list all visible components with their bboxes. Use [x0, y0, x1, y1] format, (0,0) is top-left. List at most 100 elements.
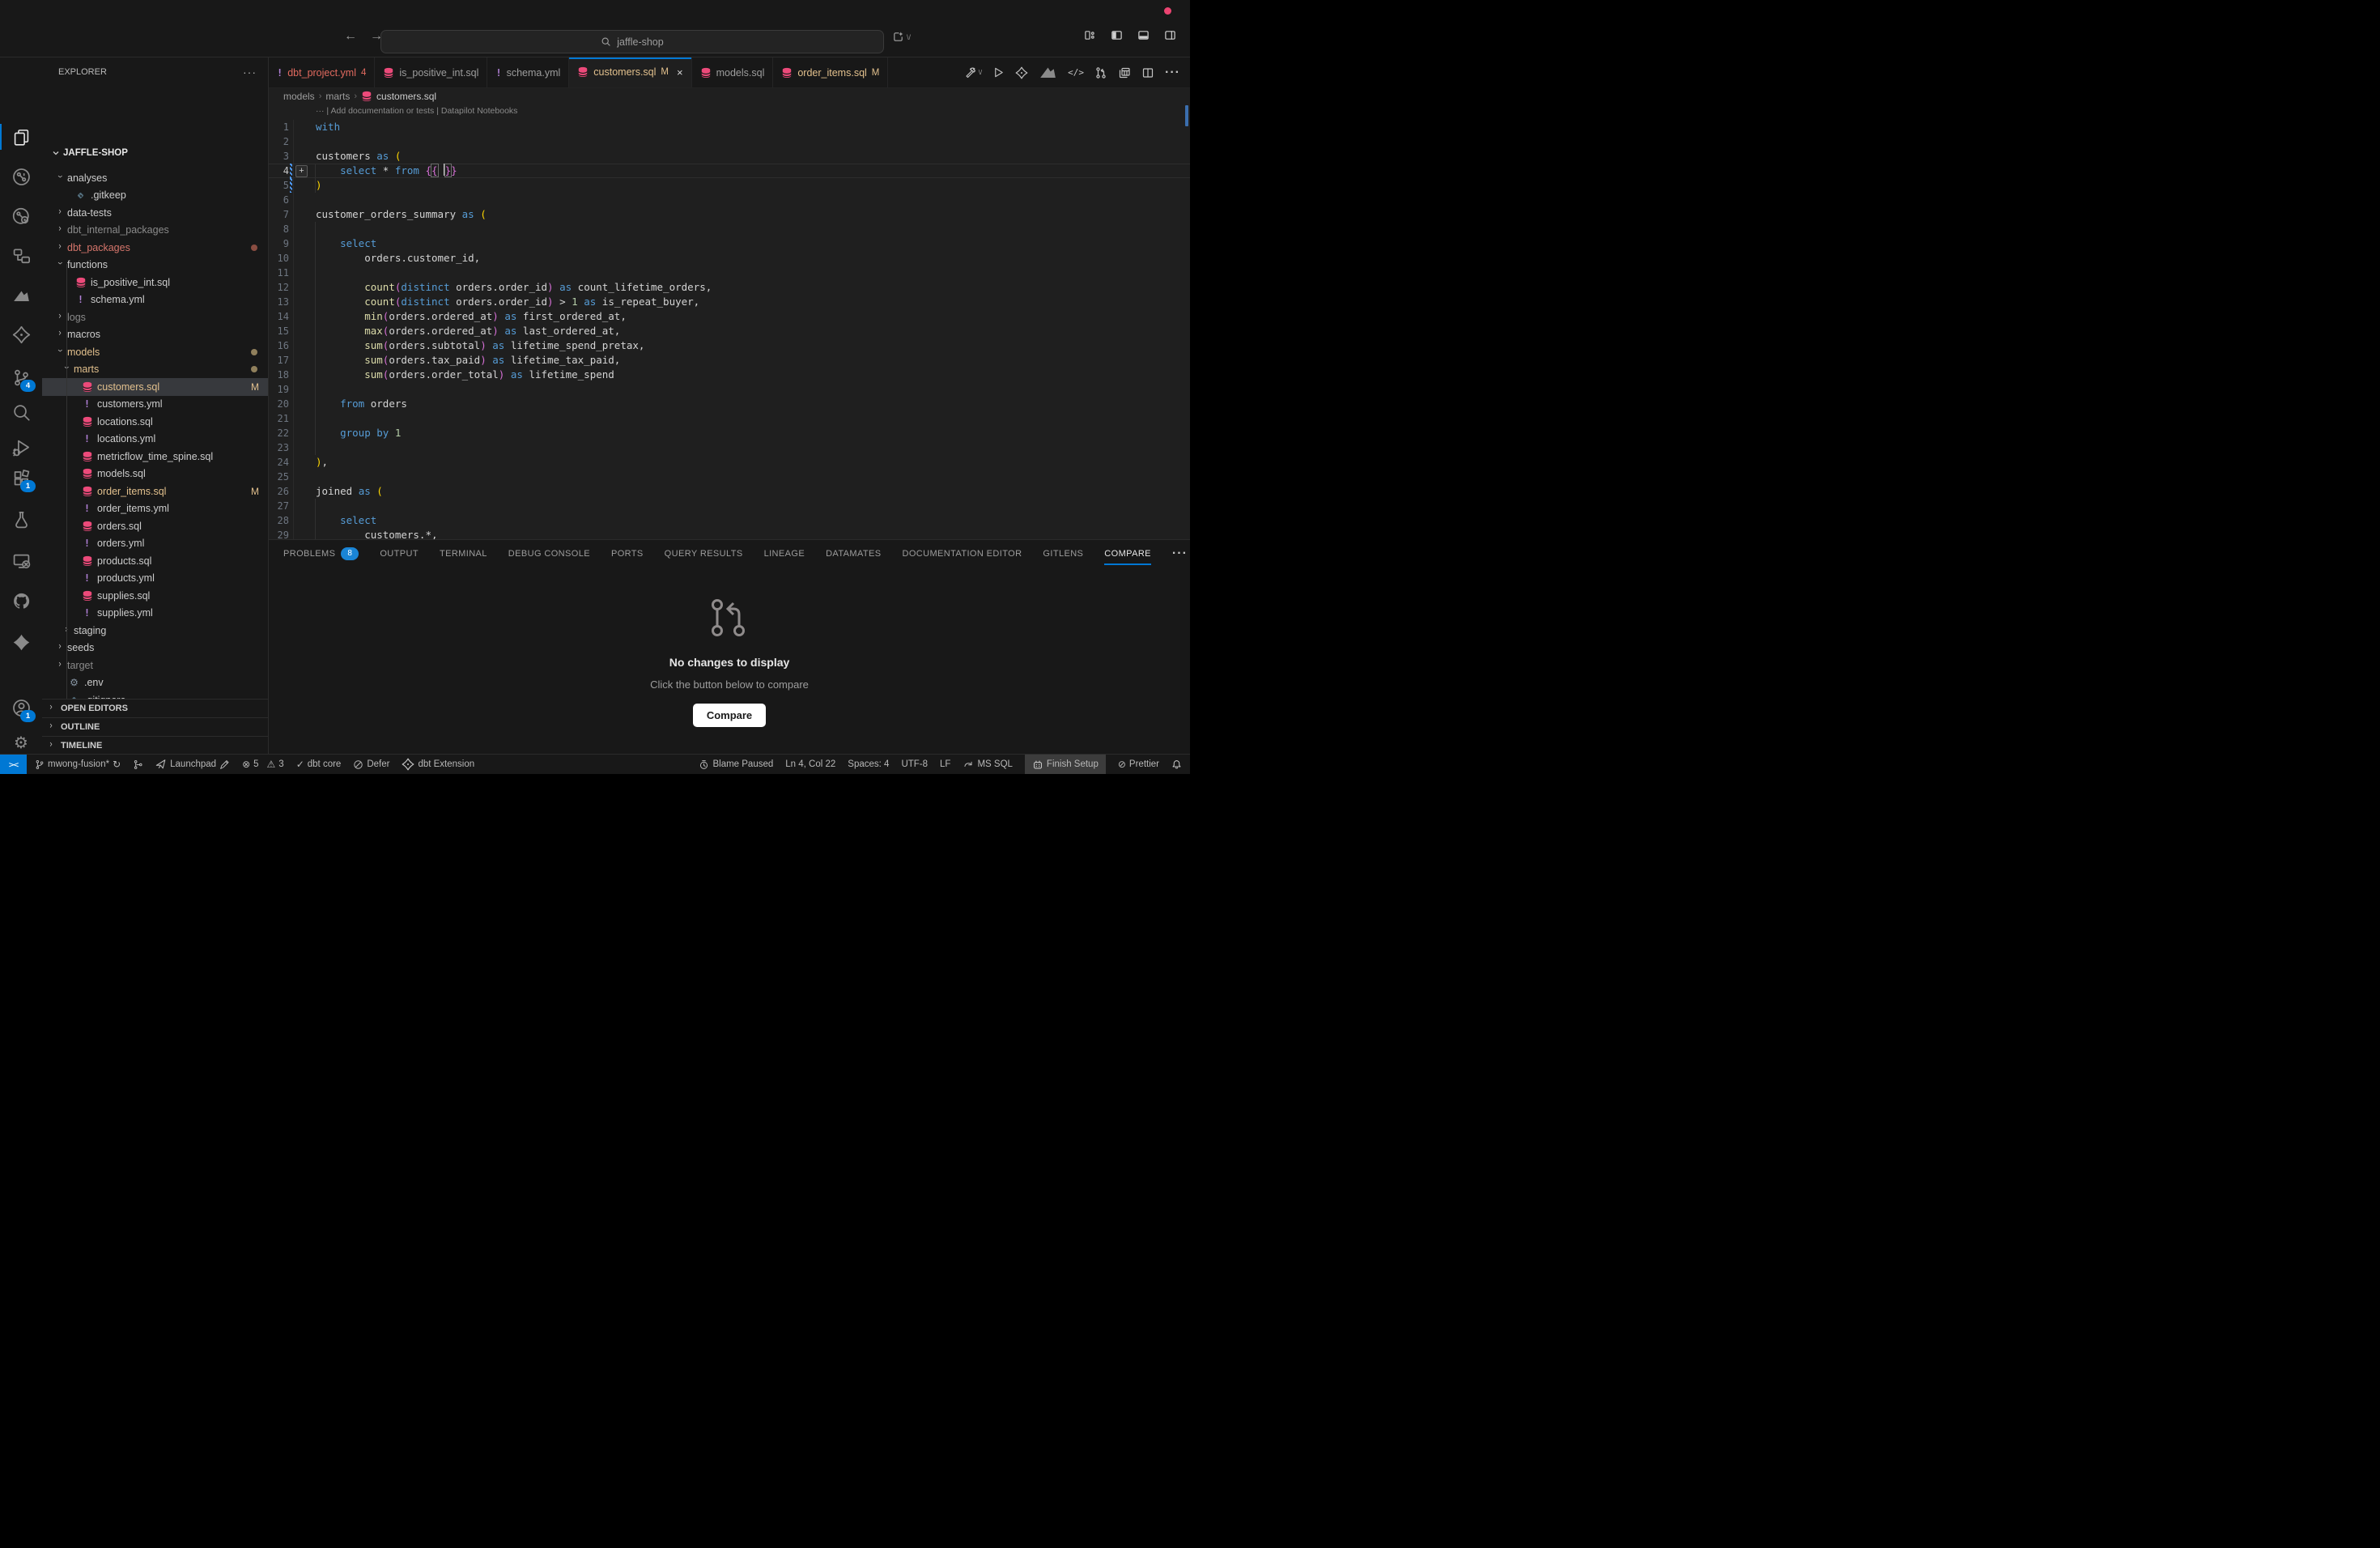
status-graph[interactable] — [133, 755, 143, 774]
status-blame-paused[interactable]: Blame Paused — [699, 755, 773, 774]
panel-tab-debug-console[interactable]: DEBUG CONSOLE — [508, 549, 590, 559]
tab-is_positive_int.sql[interactable]: is_positive_int.sql — [375, 57, 487, 87]
code-editor[interactable]: ··· | Add documentation or tests | Datap… — [269, 104, 1190, 539]
compare-changes-icon[interactable] — [1094, 66, 1107, 79]
toggle-sidebar-icon[interactable] — [1110, 29, 1124, 41]
code-line-28[interactable]: 28 select — [269, 513, 1190, 528]
activity-dbt-outline-icon[interactable] — [0, 318, 42, 351]
panel-tab-lineage[interactable]: LINEAGE — [764, 549, 805, 559]
code-line-15[interactable]: 15 max(orders.ordered_at) as last_ordere… — [269, 324, 1190, 338]
tree-item-dbt_internal_packages[interactable]: dbt_internal_packages — [42, 222, 268, 240]
code-line-25[interactable]: 25 — [269, 470, 1190, 484]
code-line-1[interactable]: 1with — [269, 120, 1190, 134]
status-ms-sql[interactable]: MS SQL — [963, 755, 1012, 774]
activity-account-icon[interactable]: 1 — [0, 691, 42, 724]
activity-datafold-icon[interactable] — [0, 279, 42, 312]
status-spaces-4[interactable]: Spaces: 4 — [848, 755, 889, 774]
activity-github-icon[interactable] — [0, 585, 42, 617]
tab-dbt_project.yml[interactable]: !dbt_project.yml4 — [269, 57, 375, 87]
panel-tab-ports[interactable]: PORTS — [611, 549, 644, 559]
code-line-24[interactable]: 24), — [269, 455, 1190, 470]
code-line-10[interactable]: 10 orders.customer_id, — [269, 251, 1190, 266]
sidebar-section-timeline[interactable]: TIMELINE — [42, 736, 268, 755]
code-line-27[interactable]: 27 — [269, 499, 1190, 513]
code-line-19[interactable]: 19 — [269, 382, 1190, 397]
activity-run-debug-icon[interactable] — [0, 431, 42, 463]
tree-item-orders.sql[interactable]: orders.sql — [42, 517, 268, 535]
tree-item-seeds[interactable]: seeds — [42, 640, 268, 657]
sidebar-section-outline[interactable]: OUTLINE — [42, 717, 268, 736]
code-line-4[interactable]: 4+ select * from {{ }} — [269, 164, 1190, 178]
tree-item-locations.sql[interactable]: locations.sql — [42, 413, 268, 431]
status-bell[interactable] — [1171, 755, 1182, 774]
toggle-panel-icon[interactable] — [1137, 29, 1150, 41]
code-line-18[interactable]: 18 sum(orders.order_total) as lifetime_s… — [269, 368, 1190, 382]
tree-item-customers.sql[interactable]: customers.sqlM — [42, 378, 268, 396]
panel-tab-terminal[interactable]: TERMINAL — [440, 549, 487, 559]
tree-item-schema.yml[interactable]: !schema.yml — [42, 291, 268, 309]
code-line-7[interactable]: 7customer_orders_summary as ( — [269, 207, 1190, 222]
tree-item-marts[interactable]: marts — [42, 361, 268, 379]
breadcrumb-item[interactable]: marts — [325, 91, 350, 102]
activity-lineage-circle-icon[interactable] — [0, 200, 42, 232]
status-5[interactable]: ⊗5⚠3 — [242, 755, 284, 774]
compare-button[interactable]: Compare — [693, 704, 766, 727]
toggle-secondary-sidebar-icon[interactable] — [1163, 29, 1177, 41]
code-line-9[interactable]: 9 select — [269, 236, 1190, 251]
code-line-17[interactable]: 17 sum(orders.tax_paid) as lifetime_tax_… — [269, 353, 1190, 368]
tree-item-staging[interactable]: staging — [42, 622, 268, 640]
code-line-26[interactable]: 26joined as ( — [269, 484, 1190, 499]
tree-item-is_positive_int.sql[interactable]: is_positive_int.sql — [42, 274, 268, 291]
code-line-3[interactable]: 3customers as ( — [269, 149, 1190, 164]
tree-item-customers.yml[interactable]: !customers.yml — [42, 396, 268, 414]
status-utf-8[interactable]: UTF-8 — [901, 755, 928, 774]
code-line-5[interactable]: 5) — [269, 178, 1190, 193]
more-actions-icon[interactable]: ··· — [1165, 66, 1180, 80]
tree-item-macros[interactable]: macros — [42, 326, 268, 344]
code-line-6[interactable]: 6 — [269, 193, 1190, 207]
code-line-20[interactable]: 20 from orders — [269, 397, 1190, 411]
status-dbt-core[interactable]: ✓dbt core — [296, 755, 342, 774]
activity-dbt-solid-icon[interactable] — [0, 626, 42, 658]
run-icon[interactable] — [992, 66, 1005, 79]
activity-flowchart-icon[interactable] — [0, 239, 42, 271]
workspace-root[interactable]: JAFFLE-SHOP — [42, 144, 268, 162]
add-line-button[interactable]: + — [295, 165, 308, 177]
table-copy-icon[interactable] — [1118, 66, 1131, 79]
tree-item-models[interactable]: models — [42, 343, 268, 361]
sidebar-section-open-editors[interactable]: OPEN EDITORS — [42, 699, 268, 717]
status-lf[interactable]: LF — [940, 755, 950, 774]
panel-tab-datamates[interactable]: DATAMATES — [826, 549, 881, 559]
code-line-12[interactable]: 12 count(distinct orders.order_id) as co… — [269, 280, 1190, 295]
tree-item-order_items.sql[interactable]: order_items.sqlM — [42, 483, 268, 500]
breadcrumb-file[interactable]: customers.sql — [376, 91, 436, 102]
panel-tab-documentation-editor[interactable]: DOCUMENTATION EDITOR — [902, 549, 1022, 559]
status-finish-setup[interactable]: Finish Setup — [1025, 755, 1106, 774]
tree-item-target[interactable]: target — [42, 657, 268, 674]
tree-item-models.sql[interactable]: models.sql — [42, 466, 268, 483]
activity-flask-icon[interactable] — [0, 503, 42, 535]
tree-item-analyses[interactable]: analyses — [42, 169, 268, 187]
code-line-22[interactable]: 22 group by 1 — [269, 426, 1190, 440]
codelens-actions[interactable]: ··· | Add documentation or tests | Datap… — [316, 106, 517, 116]
close-icon[interactable]: × — [677, 66, 683, 79]
status-dbt-extension[interactable]: dbt Extension — [402, 755, 474, 774]
activity-source-control-icon[interactable]: 4 — [0, 361, 42, 393]
explorer-more-icon[interactable]: ··· — [243, 66, 257, 79]
code-line-16[interactable]: 16 sum(orders.subtotal) as lifetime_spen… — [269, 338, 1190, 353]
code-line-23[interactable]: 23 — [269, 440, 1190, 455]
dbt-icon[interactable] — [1015, 66, 1028, 79]
tree-item-.gitkeep[interactable]: .gitkeep — [42, 187, 268, 205]
status-mwong-fusion-[interactable]: mwong-fusion*↻ — [35, 755, 121, 774]
tree-item-supplies.sql[interactable]: supplies.sql — [42, 587, 268, 605]
activity-search-icon[interactable] — [0, 396, 42, 428]
tree-item-.env[interactable]: ⚙.env — [42, 674, 268, 692]
split-editor-icon[interactable] — [1141, 66, 1154, 79]
code-line-13[interactable]: 13 count(distinct orders.order_id) > 1 a… — [269, 295, 1190, 309]
tree-item-locations.yml[interactable]: !locations.yml — [42, 431, 268, 449]
code-line-14[interactable]: 14 min(orders.ordered_at) as first_order… — [269, 309, 1190, 324]
panel-more-icon[interactable]: ··· — [1172, 546, 1188, 561]
code-line-2[interactable]: 2 — [269, 134, 1190, 149]
nav-back-icon[interactable]: ← — [344, 29, 357, 44]
tree-item-functions[interactable]: functions — [42, 257, 268, 274]
